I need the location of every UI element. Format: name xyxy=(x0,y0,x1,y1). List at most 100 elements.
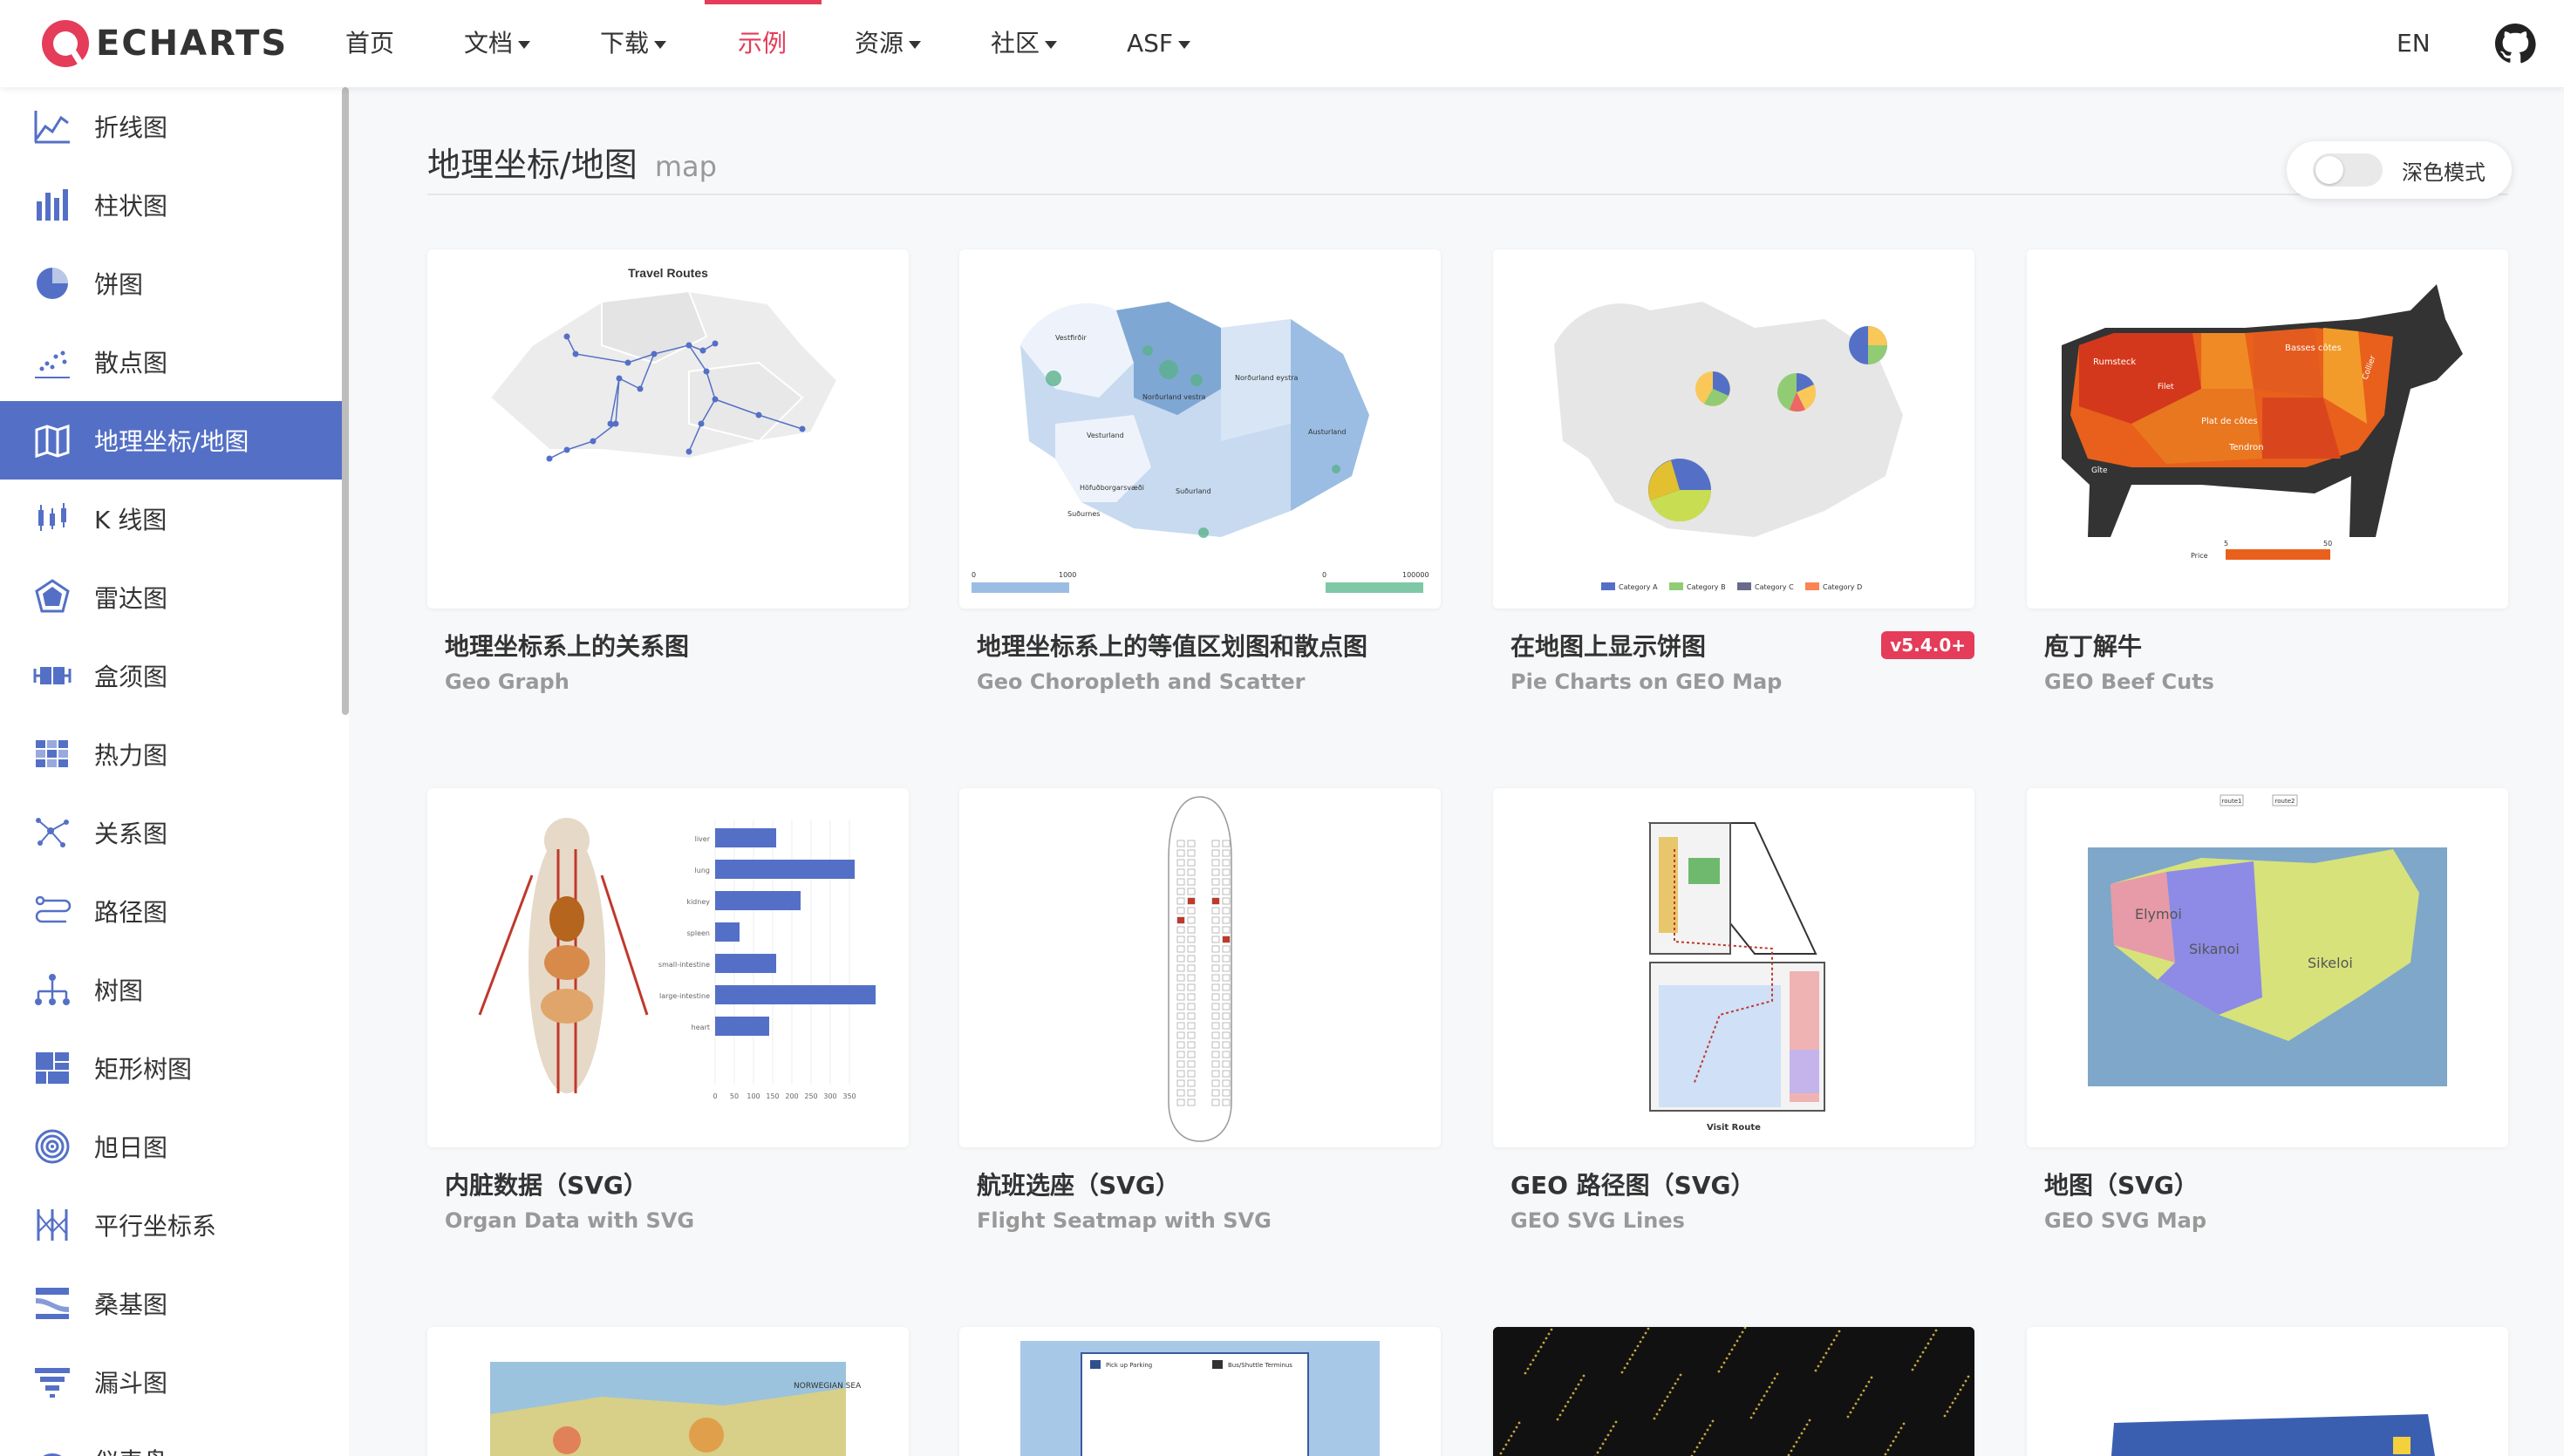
sidebar-item-radar[interactable]: 雷达图 xyxy=(0,558,342,636)
svg-text:150: 150 xyxy=(766,1092,779,1100)
sidebar-item-gauge[interactable]: 仪表盘 xyxy=(0,1421,342,1456)
sidebar-item-treemap[interactable]: 矩形树图 xyxy=(0,1029,342,1107)
card-subtitle: GEO Beef Cuts xyxy=(2044,670,2214,694)
card-subtitle: Pie Charts on GEO Map xyxy=(1510,670,1783,694)
card-thumbnail[interactable]: Rumsteck Filet Basses côtes Collier Plat… xyxy=(2027,249,2508,609)
card-thumbnail[interactable]: 0 50 100 150 200 250 300 350 liver lung kidney spl… xyxy=(427,788,909,1147)
sankey-icon xyxy=(33,1284,72,1323)
nav-download[interactable]: 下载 xyxy=(600,0,667,87)
svg-text:1000: 1000 xyxy=(1059,571,1076,579)
card-title[interactable]: 航班选座（SVG） xyxy=(977,1167,1180,1201)
card-flight-seatmap[interactable]: 航班选座（SVG） Flight Seatmap with SVG xyxy=(959,788,1441,1233)
card-organ-svg[interactable]: 0 50 100 150 200 250 300 350 liver lung kidney spl… xyxy=(427,788,909,1233)
card-title[interactable]: 地理坐标系上的等值区划图和散点图 xyxy=(977,628,1367,663)
card-geo-pie[interactable]: Category A Category B Category C Category D… xyxy=(1493,249,1974,694)
chevron-down-icon xyxy=(1178,40,1191,49)
card-heatmap[interactable]: NORWEGIAN SEA xyxy=(427,1327,909,1456)
svg-text:Category D: Category D xyxy=(1823,583,1862,591)
card-svg-lines[interactable]: Visit Route GEO 路径图（SVG） GEO SVG Lines xyxy=(1493,788,1974,1233)
card-thumbnail[interactable] xyxy=(959,788,1441,1147)
nav-home[interactable]: 首页 xyxy=(345,0,394,87)
svg-text:route1: route1 xyxy=(2222,798,2242,805)
nav-asf[interactable]: ASF xyxy=(1127,0,1191,87)
card-title[interactable]: GEO 路径图（SVG） xyxy=(1510,1167,1755,1201)
sidebar-item-sunburst[interactable]: 旭日图 xyxy=(0,1107,342,1186)
svg-text:liver: liver xyxy=(695,835,711,843)
sidebar-item-parallel[interactable]: 平行坐标系 xyxy=(0,1186,342,1264)
sidebar-item-sankey[interactable]: 桑基图 xyxy=(0,1264,342,1343)
sidebar-item-heatmap[interactable]: 热力图 xyxy=(0,715,342,793)
dark-mode-toggle[interactable]: 深色模式 xyxy=(2287,141,2512,199)
sidebar-item-label: 桑基图 xyxy=(94,1290,168,1319)
sidebar-item-label: K 线图 xyxy=(94,506,167,534)
sidebar-scrollbar[interactable] xyxy=(342,87,349,715)
card-title[interactable]: 内脏数据（SVG） xyxy=(445,1167,648,1201)
card-title[interactable]: 地理坐标系上的关系图 xyxy=(445,628,689,663)
treemap-icon xyxy=(33,1049,72,1087)
logo-text: ECHARTS xyxy=(96,24,289,64)
nav-resources[interactable]: 资源 xyxy=(855,0,922,87)
card-thumbnail[interactable] xyxy=(1493,1327,1974,1456)
sidebar-item-pie-chart[interactable]: 饼图 xyxy=(0,244,342,323)
card-geo-choropleth[interactable]: Vestfirðir Norðurland vestra Norðurland … xyxy=(959,249,1441,694)
sidebar-item-funnel[interactable]: 漏斗图 xyxy=(0,1343,342,1421)
sidebar-item-line-chart[interactable]: 折线图 xyxy=(0,87,342,166)
svg-text:Price: Price xyxy=(2191,552,2208,560)
language-switch[interactable]: EN xyxy=(2397,0,2431,87)
sidebar-item-tree[interactable]: 树图 xyxy=(0,950,342,1029)
svg-text:200: 200 xyxy=(785,1092,798,1100)
boxplot-icon xyxy=(33,657,72,695)
card-thumbnail[interactable]: route1 route2 Elymoi Sikanoi Sikeloi xyxy=(2027,788,2508,1147)
sidebar-item-scatter-chart[interactable]: 散点图 xyxy=(0,323,342,401)
card-city-lights[interactable] xyxy=(1493,1327,1974,1456)
sidebar-item-boxplot[interactable]: 盒须图 xyxy=(0,636,342,715)
svg-text:Höfuðborgarsvæði: Höfuðborgarsvæði xyxy=(1080,484,1144,492)
sidebar-item-lines[interactable]: 路径图 xyxy=(0,872,342,950)
sidebar-item-bar-chart[interactable]: 柱状图 xyxy=(0,166,342,244)
card-thumbnail[interactable]: Pick up Parking Bus/Shuttle Terminus xyxy=(959,1327,1441,1456)
card-subtitle: Flight Seatmap with SVG xyxy=(977,1208,1272,1233)
nav-docs[interactable]: 文档 xyxy=(464,0,531,87)
toggle-switch[interactable] xyxy=(2313,153,2383,187)
card-title[interactable]: 地图（SVG） xyxy=(2044,1167,2199,1201)
card-thumbnail[interactable] xyxy=(2027,1327,2508,1456)
card-beef-cuts[interactable]: Rumsteck Filet Basses côtes Collier Plat… xyxy=(2027,249,2508,694)
card-parking[interactable]: Pick up Parking Bus/Shuttle Terminus xyxy=(959,1327,1441,1456)
card-usa-map[interactable] xyxy=(2027,1327,2508,1456)
sidebar-item-candlestick[interactable]: K 线图 xyxy=(0,480,342,558)
svg-text:Tendron: Tendron xyxy=(2228,443,2264,452)
svg-text:100: 100 xyxy=(747,1092,760,1100)
sidebar-item-label: 地理坐标/地图 xyxy=(94,427,249,456)
chevron-down-icon xyxy=(518,40,531,49)
top-navbar: ECHARTS 首页 文档 下载 示例 资源 社区 ASF EN xyxy=(0,0,2564,87)
github-icon[interactable] xyxy=(2494,23,2536,65)
card-thumbnail[interactable]: NORWEGIAN SEA xyxy=(427,1327,909,1456)
sidebar-item-label: 矩形树图 xyxy=(94,1055,193,1084)
svg-text:Vesturland: Vesturland xyxy=(1087,432,1124,439)
sidebar-item-label: 折线图 xyxy=(94,113,168,142)
card-title[interactable]: 庖丁解牛 xyxy=(2044,628,2142,663)
sidebar-item-label: 饼图 xyxy=(94,270,144,299)
svg-text:Category A: Category A xyxy=(1619,583,1658,591)
card-thumbnail[interactable]: Vestfirðir Norðurland vestra Norðurland … xyxy=(959,249,1441,609)
echarts-logo-icon xyxy=(38,17,92,71)
card-subtitle: GEO SVG Lines xyxy=(1510,1208,1685,1233)
echarts-logo[interactable]: ECHARTS xyxy=(38,14,288,73)
card-thumbnail[interactable]: Travel Routes xyxy=(427,249,909,609)
svg-text:Vestfirðir: Vestfirðir xyxy=(1055,334,1088,342)
card-thumbnail[interactable]: Visit Route xyxy=(1493,788,1974,1147)
card-thumbnail[interactable]: Category A Category B Category C Category D xyxy=(1493,249,1974,609)
nav-label: 文档 xyxy=(464,29,514,58)
card-geo-graph[interactable]: Travel Routes 地理坐标系上的关系图 Geo Graph xyxy=(427,249,909,694)
sidebar-item-map[interactable]: 地理坐标/地图 xyxy=(0,401,342,480)
nav-community[interactable]: 社区 xyxy=(991,0,1058,87)
svg-text:350: 350 xyxy=(842,1092,856,1100)
sidebar: 折线图柱状图饼图散点图地理坐标/地图 K 线图雷达图 盒须图 热力图 关系图 路径图 树图矩… xyxy=(0,87,349,1456)
dark-mode-label: 深色模式 xyxy=(2402,160,2486,185)
page-title-text: 地理坐标/地图 xyxy=(427,146,638,184)
sidebar-item-graph[interactable]: 关系图 xyxy=(0,793,342,872)
nav-examples[interactable]: 示例 xyxy=(738,0,787,87)
svg-text:50: 50 xyxy=(730,1092,739,1100)
card-title[interactable]: 在地图上显示饼图 xyxy=(1510,628,1706,663)
card-svg-map[interactable]: route1 route2 Elymoi Sikanoi Sikeloi 地图（S… xyxy=(2027,788,2508,1233)
